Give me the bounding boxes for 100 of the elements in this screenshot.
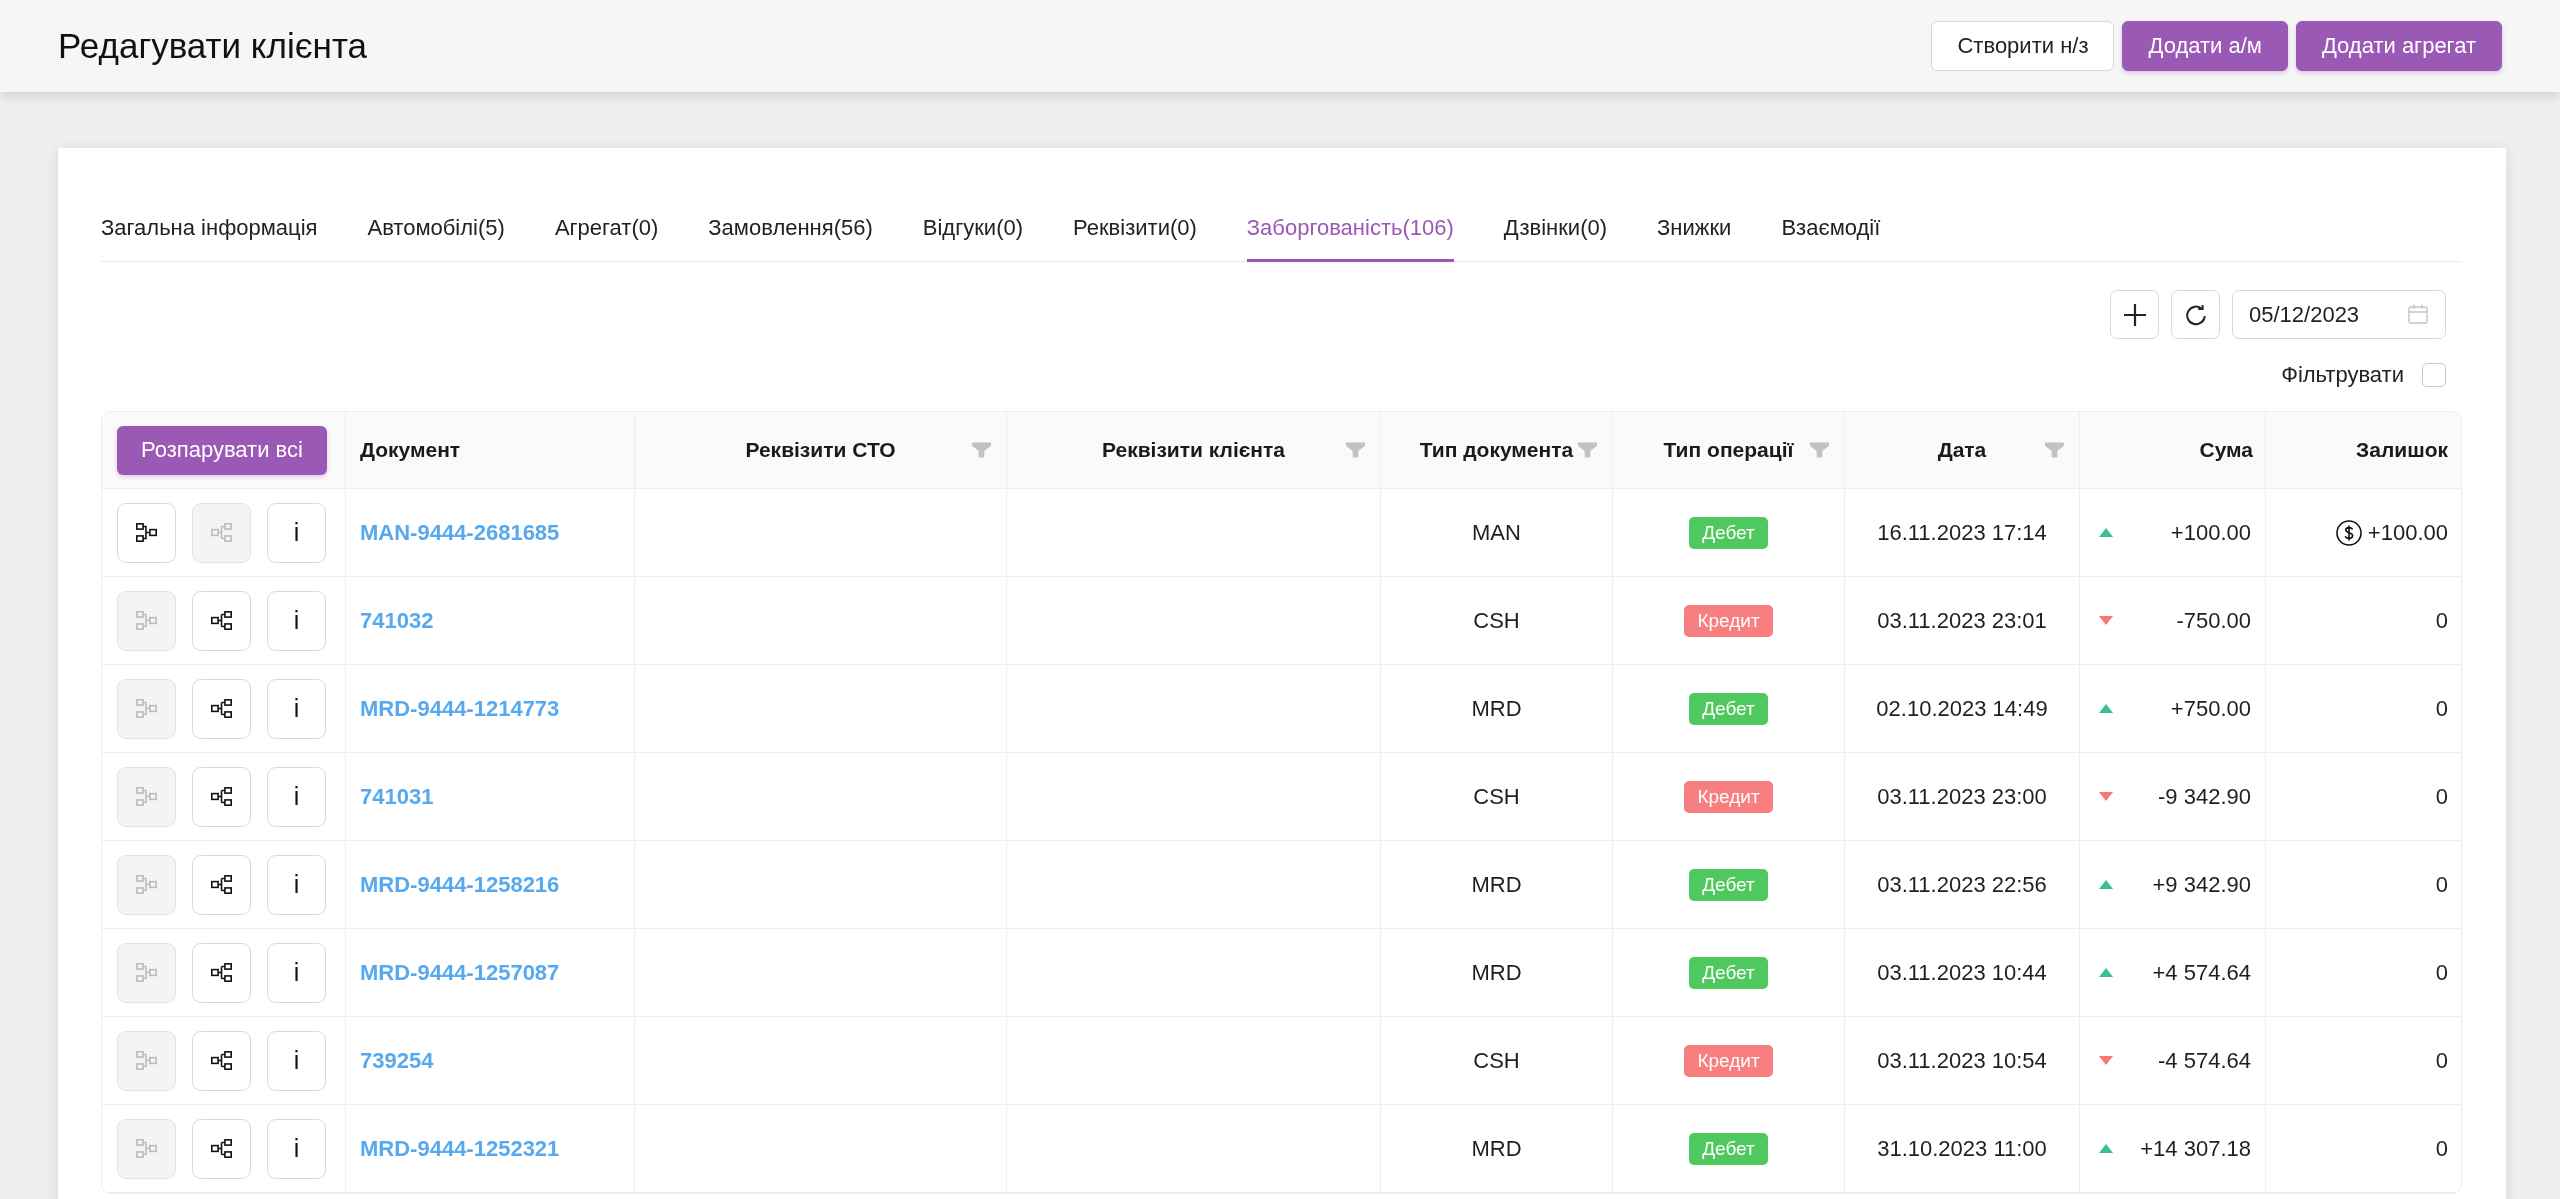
date-text: 03.11.2023 10:54 bbox=[1877, 1047, 2047, 1074]
nodes-join-icon bbox=[136, 1051, 157, 1070]
nodes-join-icon bbox=[136, 787, 157, 806]
nodes-split-icon bbox=[211, 787, 232, 806]
column-header: Тип документа bbox=[1419, 438, 1574, 462]
amount-text: +750.00 bbox=[2170, 695, 2251, 722]
balance-text: 0 bbox=[2435, 959, 2448, 986]
nodes-split-icon bbox=[211, 1051, 232, 1070]
pair-button[interactable] bbox=[192, 1030, 251, 1091]
operation-tag: Дебет bbox=[1689, 956, 1768, 989]
date-text: 16.11.2023 17:14 bbox=[1877, 519, 2047, 546]
tab[interactable]: Автомобілі(5) bbox=[367, 213, 505, 262]
pair-button[interactable] bbox=[192, 854, 251, 915]
column-header: Сума bbox=[2199, 438, 2253, 462]
balance-text: 0 bbox=[2435, 783, 2448, 810]
info-button[interactable]: i bbox=[267, 1118, 326, 1179]
column-header: Реквізити СТО bbox=[745, 438, 896, 462]
column-header: Залишок bbox=[2356, 438, 2448, 462]
tab[interactable]: Агрегат(0) bbox=[554, 213, 659, 262]
info-button[interactable]: i bbox=[267, 1030, 326, 1091]
pair-button[interactable] bbox=[192, 1118, 251, 1179]
filter-icon[interactable] bbox=[1578, 442, 1597, 458]
tab[interactable]: Дзвінки(0) bbox=[1503, 213, 1608, 262]
amount-text: +100.00 bbox=[2170, 519, 2251, 546]
balance-text: 0 bbox=[2435, 1135, 2448, 1162]
filter-icon[interactable] bbox=[1810, 442, 1829, 458]
calendar-icon[interactable] bbox=[2408, 304, 2428, 324]
filter-icon[interactable] bbox=[2045, 442, 2064, 458]
filter-label: Фільтрувати bbox=[2281, 362, 2404, 388]
date-text: 31.10.2023 11:00 bbox=[1877, 1135, 2047, 1162]
info-button[interactable]: i bbox=[267, 678, 326, 739]
operation-tag: Дебет bbox=[1689, 1132, 1768, 1165]
info-button[interactable]: i bbox=[267, 590, 326, 651]
operation-tag: Дебет bbox=[1689, 692, 1768, 725]
header-button[interactable]: Створити н/з bbox=[1931, 21, 2115, 71]
operation-tag: Кредит bbox=[1684, 604, 1773, 637]
balance-text: 0 bbox=[2435, 871, 2448, 898]
info-button[interactable]: i bbox=[267, 766, 326, 827]
document-type-text: CSH bbox=[1473, 783, 1520, 810]
pair-button[interactable] bbox=[192, 590, 251, 651]
document-type-text: MRD bbox=[1471, 959, 1522, 986]
header-button[interactable]: Додати агрегат bbox=[2295, 21, 2502, 71]
tab[interactable]: Реквізити(0) bbox=[1073, 213, 1197, 262]
filter-icon[interactable] bbox=[1346, 442, 1365, 458]
document-type-text: MRD bbox=[1471, 695, 1522, 722]
refresh-icon bbox=[2184, 303, 2207, 326]
nodes-join-icon bbox=[136, 523, 157, 542]
balance-text: 0 bbox=[2435, 607, 2448, 634]
amount-text: -9 342.90 bbox=[2158, 783, 2251, 810]
column-header: Реквізити клієнта bbox=[1102, 438, 1285, 462]
nodes-join-icon bbox=[136, 699, 157, 718]
unpair-all-button[interactable]: Розпарувати всі bbox=[117, 425, 327, 475]
header-button[interactable]: Додати а/м bbox=[2122, 21, 2288, 71]
date-text: 03.11.2023 22:56 bbox=[1877, 871, 2047, 898]
page-title: Редагувати клієнта bbox=[58, 26, 368, 66]
column-header: Тип операції bbox=[1663, 438, 1794, 462]
document-type-text: MRD bbox=[1471, 871, 1522, 898]
info-button[interactable]: i bbox=[267, 502, 326, 563]
amount-text: +9 342.90 bbox=[2152, 871, 2251, 898]
nodes-split-icon bbox=[211, 875, 232, 894]
date-text: 03.11.2023 10:44 bbox=[1877, 959, 2047, 986]
nodes-split-icon bbox=[211, 523, 232, 542]
tab[interactable]: Знижки bbox=[1657, 213, 1732, 262]
column-header: Дата bbox=[1937, 438, 1987, 462]
nodes-join-icon bbox=[136, 1139, 157, 1158]
document-type-text: MAN bbox=[1472, 519, 1521, 546]
pair-button[interactable] bbox=[192, 678, 251, 739]
refresh-button[interactable] bbox=[2171, 290, 2220, 339]
tab[interactable]: Замовлення(56) bbox=[708, 213, 873, 262]
info-button[interactable]: i bbox=[267, 854, 326, 915]
balance-text: 0 bbox=[2435, 695, 2448, 722]
tab[interactable]: Загальна інформація bbox=[101, 213, 318, 262]
balance-text: 0 bbox=[2435, 1047, 2448, 1074]
unpair-button[interactable] bbox=[117, 502, 176, 563]
info-button[interactable]: i bbox=[267, 942, 326, 1003]
nodes-join-icon bbox=[136, 611, 157, 630]
amount-text: -4 574.64 bbox=[2158, 1047, 2251, 1074]
operation-tag: Дебет bbox=[1689, 868, 1768, 901]
operation-tag: Кредит bbox=[1684, 780, 1773, 813]
nodes-split-icon bbox=[211, 963, 232, 982]
plus-icon bbox=[2123, 303, 2146, 326]
date-text: 03.11.2023 23:00 bbox=[1877, 783, 2047, 810]
pair-button[interactable] bbox=[192, 942, 251, 1003]
nodes-split-icon bbox=[211, 699, 232, 718]
document-type-text: CSH bbox=[1473, 607, 1520, 634]
tab[interactable]: Взаємодії bbox=[1781, 213, 1881, 262]
add-button[interactable] bbox=[2110, 290, 2159, 339]
tab[interactable]: Відгуки(0) bbox=[922, 213, 1024, 262]
date-field[interactable]: 05/12/2023 bbox=[2232, 290, 2446, 339]
amount-text: -750.00 bbox=[2176, 607, 2251, 634]
nodes-join-icon bbox=[136, 963, 157, 982]
pair-button[interactable] bbox=[192, 766, 251, 827]
tab[interactable]: Заборгованість(106) bbox=[1246, 213, 1454, 262]
nodes-join-icon bbox=[136, 875, 157, 894]
operation-tag: Дебет bbox=[1689, 516, 1768, 549]
filter-icon[interactable] bbox=[972, 442, 991, 458]
filter-checkbox[interactable] bbox=[2422, 363, 2446, 387]
document-type-text: CSH bbox=[1473, 1047, 1520, 1074]
nodes-split-icon bbox=[211, 611, 232, 630]
column-header: Документ bbox=[360, 438, 461, 462]
